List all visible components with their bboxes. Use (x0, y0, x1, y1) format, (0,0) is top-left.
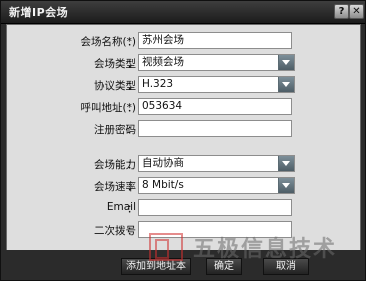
new-ip-site-dialog: 新增IP会场 ? ✕ 会场名称(*) ： 苏州会场 会场类型 ： 视频会场 协议… (0, 0, 366, 281)
row-site-capability: 会场能力 ： 自动协商 (7, 154, 360, 174)
site-name-input[interactable]: 苏州会场 (138, 32, 292, 49)
colon: ： (127, 203, 138, 215)
site-capability-value: 自动协商 (142, 157, 184, 169)
row-site-name: 会场名称(*) ： 苏州会场 (7, 31, 360, 51)
row-site-rate: 会场速率 ： 8 Mbit/s (7, 176, 360, 196)
row-site-type: 会场类型 ： 视频会场 (7, 53, 360, 73)
colon: ： (127, 80, 138, 92)
protocol-type-value: H.323 (142, 78, 174, 90)
colon: ： (127, 225, 138, 237)
row-protocol-type: 协议类型 ： H.323 (7, 75, 360, 95)
call-address-input[interactable]: 053634 (138, 98, 292, 115)
site-type-select[interactable]: 视频会场 (138, 54, 295, 71)
site-type-value: 视频会场 (142, 56, 184, 68)
register-password-input[interactable] (138, 120, 292, 137)
colon: ： (127, 36, 138, 48)
add-to-address-book-button[interactable]: 添加到地址本 (121, 258, 191, 275)
site-rate-value: 8 Mbit/s (142, 179, 184, 191)
colon: ： (127, 58, 138, 70)
row-second-dial: 二次拨号 ： (7, 220, 360, 240)
email-input[interactable] (138, 199, 292, 216)
colon: ： (127, 181, 138, 193)
chevron-down-icon[interactable] (278, 77, 294, 92)
colon: ： (127, 124, 138, 136)
colon: ： (127, 102, 138, 114)
site-capability-select[interactable]: 自动协商 (138, 155, 295, 172)
second-dial-input[interactable] (138, 221, 292, 238)
protocol-type-select[interactable]: H.323 (138, 76, 295, 93)
chevron-down-icon[interactable] (278, 178, 294, 193)
ok-button[interactable]: 确定 (206, 258, 242, 275)
cancel-button[interactable]: 取消 (263, 258, 309, 275)
close-icon[interactable]: ✕ (349, 4, 364, 19)
chevron-down-icon[interactable] (278, 156, 294, 171)
title-bar: 新增IP会场 ? ✕ (1, 1, 365, 24)
colon: ： (127, 159, 138, 171)
site-rate-select[interactable]: 8 Mbit/s (138, 177, 295, 194)
form-panel: 会场名称(*) ： 苏州会场 会场类型 ： 视频会场 协议类型 ： H.323 … (6, 24, 361, 251)
row-email: Email ： (7, 198, 360, 218)
help-icon[interactable]: ? (334, 4, 349, 19)
chevron-down-icon[interactable] (278, 55, 294, 70)
row-register-password: 注册密码 ： (7, 119, 360, 139)
row-call-address: 呼叫地址(*) ： 053634 (7, 97, 360, 117)
dialog-title: 新增IP会场 (9, 6, 69, 19)
